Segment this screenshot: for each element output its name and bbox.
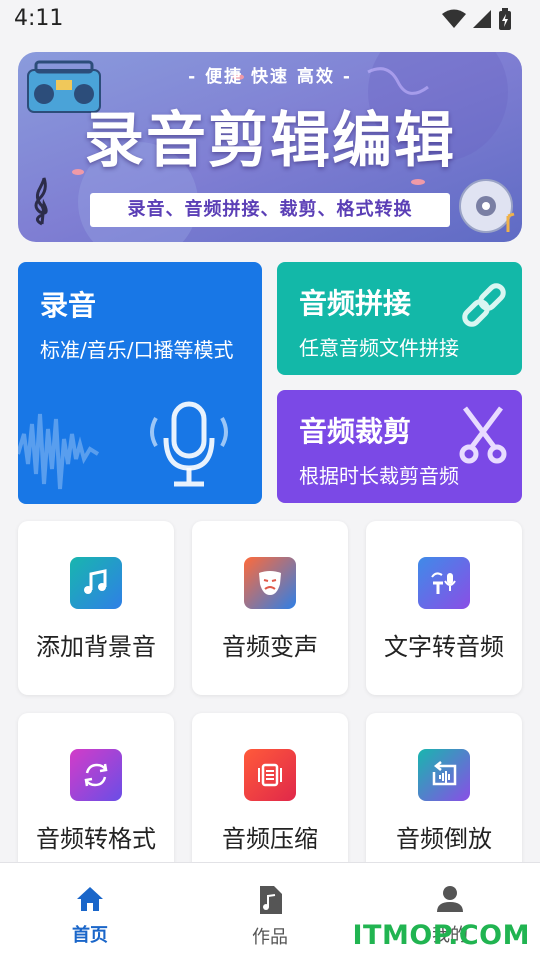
- audio-cut-card[interactable]: 音频裁剪 根据时长裁剪音频: [277, 390, 522, 503]
- music-note-icon: [70, 557, 122, 609]
- home-icon: [77, 887, 103, 911]
- convert-icon: [70, 749, 122, 801]
- text-to-speech-icon: [418, 557, 470, 609]
- tool-label: 音频倒放: [396, 825, 492, 853]
- user-icon: [437, 886, 463, 912]
- tool-convert-format[interactable]: 音频转格式: [18, 713, 174, 887]
- record-subtitle: 标准/音乐/口播等模式: [40, 338, 234, 362]
- banner-slogan: - 便捷 快速 高效 -: [188, 67, 352, 87]
- tool-text-to-audio[interactable]: 文字转音频: [366, 521, 522, 695]
- tool-label: 添加背景音: [36, 633, 156, 661]
- nav-works-label: 作品: [252, 927, 288, 948]
- cut-subtitle: 根据时长裁剪音频: [299, 464, 459, 488]
- compress-icon: [244, 749, 296, 801]
- banner-tags: 录音、音频拼接、裁剪、格式转换: [90, 193, 450, 227]
- microphone-icon: [150, 401, 228, 487]
- record-title: 录音: [40, 289, 97, 322]
- signal-icon: [473, 10, 491, 28]
- reverse-icon: [418, 749, 470, 801]
- join-subtitle: 任意音频文件拼接: [299, 336, 459, 360]
- cd-icon: [459, 179, 515, 233]
- tool-voice-change[interactable]: 音频变声: [192, 521, 348, 695]
- scissors-icon: [459, 406, 507, 464]
- music-file-icon: [260, 886, 282, 914]
- tool-compress[interactable]: 音频压缩: [192, 713, 348, 887]
- record-card[interactable]: 录音 标准/音乐/口播等模式: [18, 262, 262, 504]
- tool-add-bgm[interactable]: 添加背景音: [18, 521, 174, 695]
- link-icon: [462, 283, 506, 327]
- tool-label: 音频压缩: [222, 825, 318, 853]
- nav-works[interactable]: 作品: [220, 885, 320, 949]
- waveform-icon: [18, 413, 100, 490]
- status-bar: 4:11: [0, 0, 540, 38]
- banner-title: 录音剪辑编辑: [84, 106, 456, 176]
- treble-clef-icon: [34, 177, 48, 226]
- status-icons: [442, 8, 512, 30]
- tool-label: 音频变声: [222, 633, 318, 661]
- watermark: ITMOP.COM: [352, 920, 530, 951]
- status-time: 4:11: [14, 6, 64, 31]
- cut-title: 音频裁剪: [299, 415, 412, 448]
- promo-banner[interactable]: - 便捷 快速 高效 - 录音剪辑编辑 录音、音频拼接、裁剪、格式转换: [18, 52, 522, 242]
- nav-home[interactable]: 首页: [40, 885, 140, 947]
- mask-icon: [244, 557, 296, 609]
- nav-home-label: 首页: [72, 925, 108, 946]
- wifi-icon: [442, 9, 466, 28]
- tool-label: 文字转音频: [384, 633, 504, 661]
- tool-label: 音频转格式: [36, 825, 156, 853]
- join-title: 音频拼接: [299, 287, 412, 320]
- audio-join-card[interactable]: 音频拼接 任意音频文件拼接: [277, 262, 522, 375]
- battery-icon: [499, 8, 511, 30]
- tool-reverse[interactable]: 音频倒放: [366, 713, 522, 887]
